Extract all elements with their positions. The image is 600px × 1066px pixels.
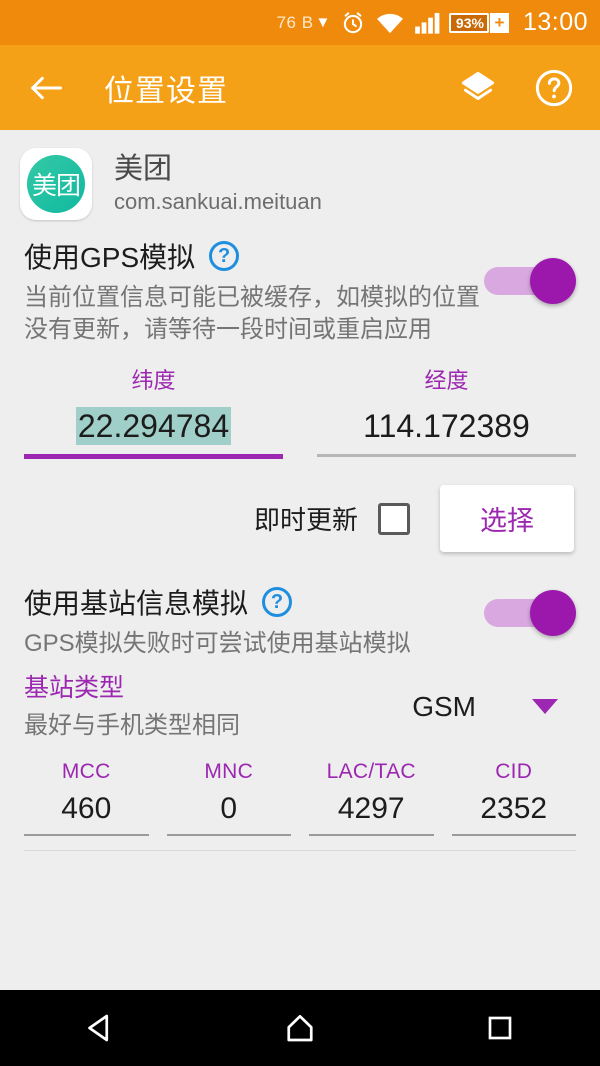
app-info-row: 美团 美团 com.sankuai.meituan: [0, 130, 600, 230]
longitude-underline: [317, 454, 576, 458]
nav-home-button[interactable]: [260, 990, 340, 1066]
download-arrow-icon: ▼: [315, 14, 331, 31]
mnc-value[interactable]: 0: [220, 784, 237, 834]
latitude-label: 纬度: [131, 368, 176, 394]
app-icon-glyph: 美团: [27, 155, 85, 213]
mnc-label: MNC: [204, 759, 254, 783]
app-name: 美团: [114, 153, 173, 186]
help-circle-icon[interactable]: ?: [209, 241, 240, 271]
mnc-field[interactable]: MNC 0: [166, 759, 291, 836]
mcc-field[interactable]: MCC 460: [24, 760, 149, 836]
cell-section-description: GPS模拟失败时可尝试使用基站模拟: [24, 630, 411, 658]
app-bar: 位置设置: [0, 45, 600, 130]
alarm-clock-icon: [340, 10, 366, 36]
cell-type-row: 基站类型 最好与手机类型相同 GSM: [24, 674, 576, 740]
chevron-down-icon: [532, 699, 558, 715]
wifi-icon: [375, 11, 405, 35]
cell-section-text: 使用基站信息模拟 ? GPS模拟失败时可尝试使用基站模拟: [24, 582, 484, 660]
coordinate-inputs: 纬度 22.294784 经度 114.172389: [24, 363, 576, 460]
app-icon: 美团: [20, 148, 92, 220]
cell-section-header: 使用基站信息模拟 ? GPS模拟失败时可尝试使用基站模拟: [24, 582, 576, 660]
cell-simulation-toggle[interactable]: [484, 590, 576, 637]
android-navigation-bar: [0, 990, 600, 1066]
page-title: 位置设置: [104, 74, 228, 108]
latitude-value: 22.294784: [75, 407, 232, 446]
section-divider: [24, 849, 576, 851]
help-button[interactable]: [528, 62, 580, 114]
nav-back-button[interactable]: [60, 990, 140, 1066]
cell-title-label: 使用基站信息模拟: [24, 588, 249, 620]
latitude-underline: [24, 454, 283, 460]
gps-section-title: 使用GPS模拟 ?: [24, 236, 484, 276]
lac-tac-underline: [309, 833, 434, 836]
select-location-button[interactable]: 选择: [440, 485, 574, 553]
longitude-value: 114.172389: [363, 408, 530, 445]
battery-indicator: 93% +: [448, 12, 509, 33]
cell-type-text: 基站类型 最好与手机类型相同: [24, 674, 412, 740]
instant-update-checkbox[interactable]: [378, 502, 410, 535]
longitude-field[interactable]: 经度 114.172389: [317, 363, 576, 459]
network-speed-indicator: 76 B ▼: [277, 13, 331, 33]
longitude-input[interactable]: 114.172389: [317, 400, 576, 454]
cell-type-value: GSM: [412, 690, 476, 722]
longitude-label: 经度: [424, 368, 469, 394]
cell-id-fields: MCC 460 MNC 0 LAC/TAC 4297 CID 2352: [24, 760, 576, 836]
cell-type-dropdown[interactable]: GSM: [412, 691, 576, 723]
lac-tac-value[interactable]: 4297: [338, 784, 405, 834]
gps-simulation-section: 使用GPS模拟 ? 当前位置信息可能已被缓存，如模拟的位置没有更新，请等待一段时…: [0, 230, 600, 553]
cid-field[interactable]: CID 2352: [451, 759, 576, 836]
latitude-input[interactable]: 22.294784: [24, 400, 283, 454]
cid-value[interactable]: 2352: [480, 784, 547, 834]
battery-charging-icon: +: [489, 12, 509, 33]
cell-section-title: 使用基站信息模拟 ?: [24, 582, 484, 622]
mcc-label: MCC: [61, 759, 111, 783]
cell-type-label: 基站类型: [24, 674, 125, 703]
gps-section-description: 当前位置信息可能已被缓存，如模拟的位置没有更新，请等待一段时间或重启应用: [24, 284, 480, 343]
status-bar-clock: 13:00: [522, 8, 588, 36]
battery-level: 93%: [448, 12, 489, 33]
cell-type-sublabel: 最好与手机类型相同: [24, 711, 240, 739]
toggle-thumb: [530, 258, 576, 304]
status-bar: 76 B ▼ 93% + 13:00: [0, 0, 600, 45]
toggle-thumb: [530, 590, 576, 637]
instant-update-row: 即时更新 选择: [24, 485, 576, 553]
gps-section-text: 使用GPS模拟 ? 当前位置信息可能已被缓存，如模拟的位置没有更新，请等待一段时…: [24, 236, 484, 345]
latitude-field[interactable]: 纬度 22.294784: [24, 363, 283, 460]
gps-section-header: 使用GPS模拟 ? 当前位置信息可能已被缓存，如模拟的位置没有更新，请等待一段时…: [24, 236, 576, 345]
cid-label: CID: [495, 759, 533, 783]
help-circle-icon[interactable]: ?: [262, 587, 293, 618]
mcc-value[interactable]: 460: [61, 784, 111, 834]
network-speed-value: 76 B: [276, 12, 314, 32]
mcc-underline: [24, 833, 149, 836]
lac-tac-label: LAC/TAC: [326, 759, 416, 783]
instant-update-label: 即时更新: [253, 505, 358, 536]
layers-button[interactable]: [452, 62, 504, 114]
cid-underline: [451, 833, 576, 836]
app-package-name: com.sankuai.meituan: [114, 188, 322, 214]
back-button[interactable]: [20, 62, 72, 114]
cellular-signal-icon: [414, 11, 440, 35]
app-info-text: 美团 com.sankuai.meituan: [114, 153, 322, 214]
gps-simulation-toggle[interactable]: [484, 258, 576, 304]
nav-recents-button[interactable]: [460, 990, 540, 1066]
lac-tac-field[interactable]: LAC/TAC 4297: [309, 760, 434, 836]
cell-simulation-section: 使用基站信息模拟 ? GPS模拟失败时可尝试使用基站模拟 基站类型 最好与手机类…: [0, 552, 600, 851]
phone-screen: 76 B ▼ 93% + 13:00 位置设置 美团 美团 com.sankua…: [0, 0, 600, 1066]
gps-title-label: 使用GPS模拟: [24, 242, 196, 273]
mnc-underline: [166, 833, 291, 836]
